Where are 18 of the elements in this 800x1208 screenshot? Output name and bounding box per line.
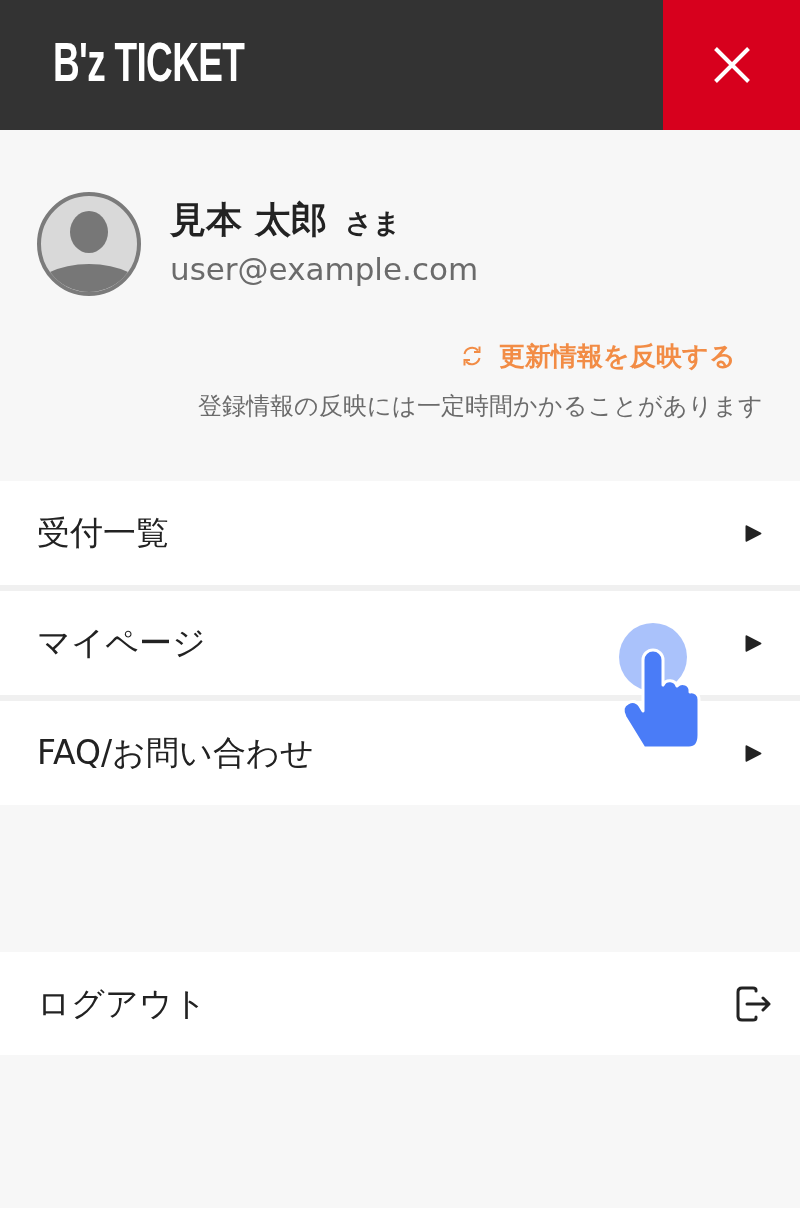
menu-item[interactable]: FAQ/お問い合わせ <box>0 701 800 805</box>
logout-icon <box>736 985 772 1022</box>
note-text: 登録情報の反映には一定時間かかることがあります <box>198 391 763 422</box>
triangle-icon <box>745 523 762 543</box>
tap-indicator-icon <box>618 623 702 750</box>
triangle-icon <box>745 633 762 653</box>
triangle-icon <box>745 743 762 763</box>
close-icon <box>713 47 750 83</box>
avatar-icon <box>37 192 141 296</box>
user-name: 見本 太郎 <box>170 198 327 242</box>
user-email: user@example.com <box>170 250 479 289</box>
logo: B'z TICKET <box>53 34 245 90</box>
close-button[interactable] <box>663 0 800 130</box>
honorific: さま <box>344 206 401 240</box>
menu-item[interactable]: 受付一覧 <box>0 481 800 585</box>
logout-item[interactable]: ログアウト <box>0 952 800 1055</box>
refresh-icon <box>462 345 482 367</box>
menu-item[interactable]: マイページ <box>0 591 800 695</box>
